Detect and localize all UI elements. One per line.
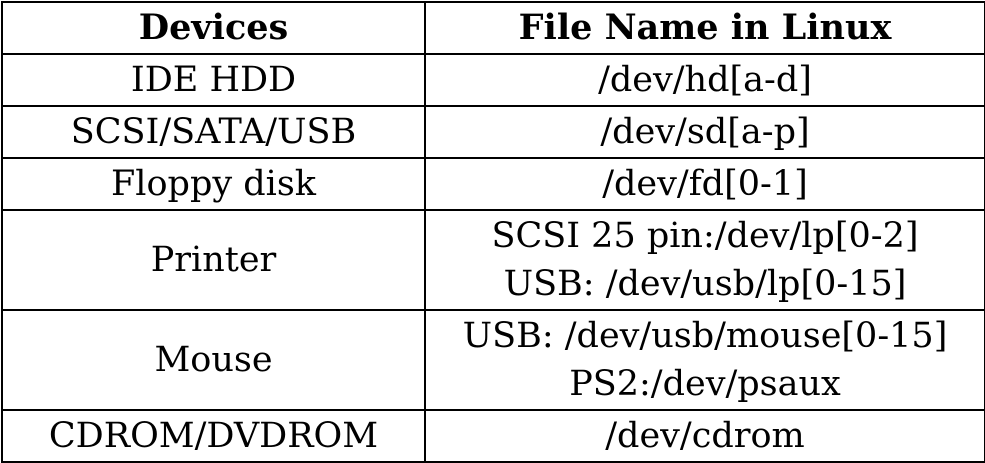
device-cell: Mouse	[1, 309, 426, 411]
table-header-row: Devices File Name in Linux	[1, 1, 985, 55]
device-cell: CDROM/DVDROM	[1, 409, 426, 463]
file-cell: /dev/sd[a-p]	[424, 105, 985, 159]
header-file-name: File Name in Linux	[424, 1, 985, 55]
file-cell: /dev/cdrom	[424, 409, 985, 463]
file-path: /dev/fd[0-1]	[602, 164, 808, 204]
table-row: Printer SCSI 25 pin:/dev/lp[0-2] USB: /d…	[1, 209, 985, 311]
table-row: CDROM/DVDROM /dev/cdrom	[1, 409, 985, 463]
file-path: /dev/cdrom	[605, 416, 805, 456]
file-path: SCSI 25 pin:/dev/lp[0-2]	[491, 216, 919, 256]
header-devices: Devices	[1, 1, 426, 55]
table-row: SCSI/SATA/USB /dev/sd[a-p]	[1, 105, 985, 159]
device-file-table: Devices File Name in Linux IDE HDD /dev/…	[1, 1, 985, 463]
device-cell: SCSI/SATA/USB	[1, 105, 426, 159]
file-cell: /dev/fd[0-1]	[424, 157, 985, 211]
file-cell: SCSI 25 pin:/dev/lp[0-2] USB: /dev/usb/l…	[424, 209, 985, 311]
device-cell: Floppy disk	[1, 157, 426, 211]
file-path: /dev/hd[a-d]	[598, 60, 812, 100]
table-row: Floppy disk /dev/fd[0-1]	[1, 157, 985, 211]
file-path: USB: /dev/usb/lp[0-15]	[503, 264, 907, 304]
table-row: IDE HDD /dev/hd[a-d]	[1, 53, 985, 107]
file-path: /dev/sd[a-p]	[600, 112, 810, 152]
table-row: Mouse USB: /dev/usb/mouse[0-15] PS2:/dev…	[1, 309, 985, 411]
device-cell: IDE HDD	[1, 53, 426, 107]
file-cell: USB: /dev/usb/mouse[0-15] PS2:/dev/psaux	[424, 309, 985, 411]
device-cell: Printer	[1, 209, 426, 311]
file-path: PS2:/dev/psaux	[569, 364, 841, 404]
file-cell: /dev/hd[a-d]	[424, 53, 985, 107]
file-path: USB: /dev/usb/mouse[0-15]	[462, 316, 948, 356]
